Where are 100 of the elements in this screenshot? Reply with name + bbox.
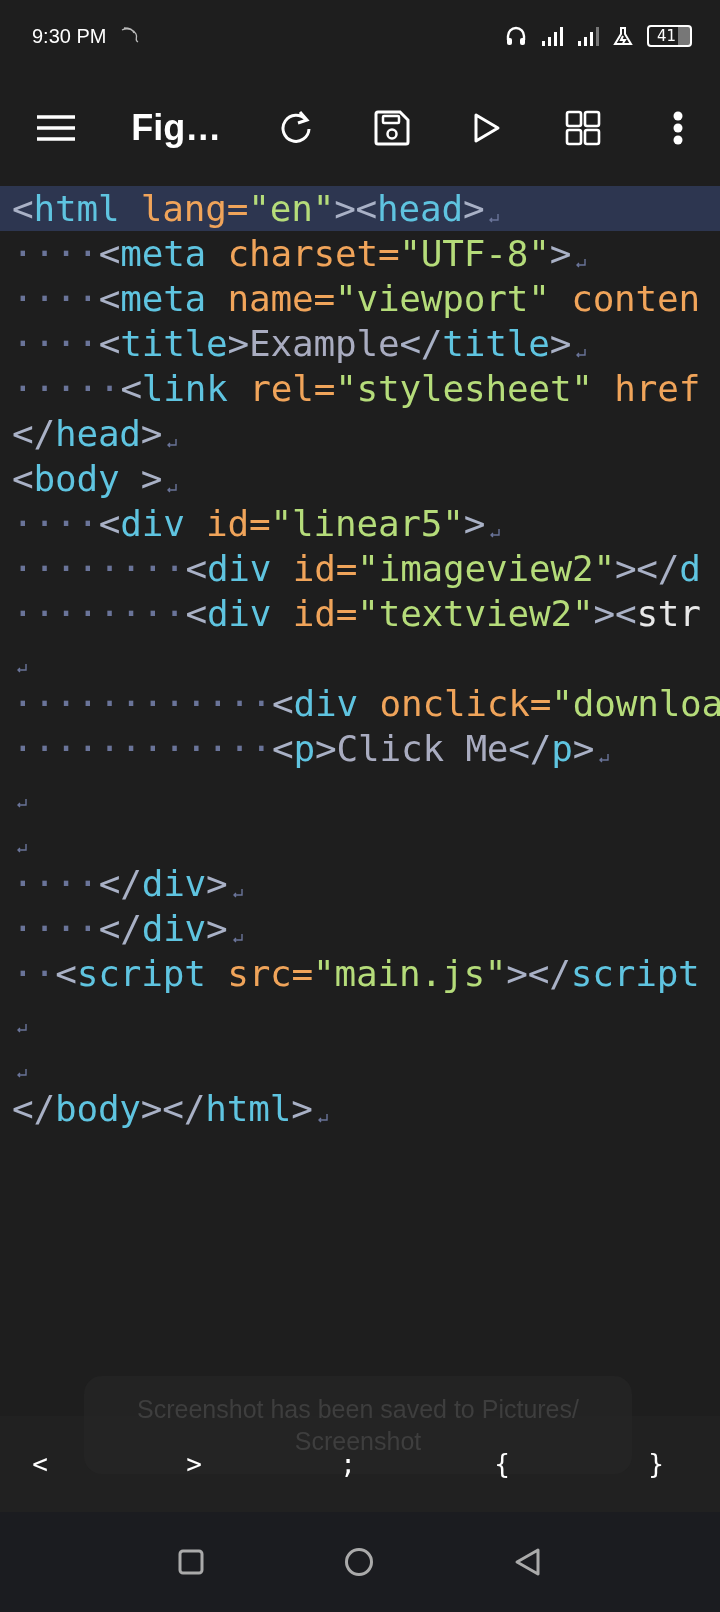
code-token: > [315,728,337,769]
symbol-key[interactable]: > [174,1448,214,1480]
code-token: < [98,278,121,319]
code-token: < [185,548,207,589]
code-token: script [76,953,206,994]
code-token: "UTF-8" [399,233,550,274]
code-token: > [206,908,228,949]
code-token: id= [205,503,271,544]
headphones-icon [504,25,527,47]
code-token: > [227,323,250,364]
signal-icon [576,26,599,46]
code-token: > [206,863,228,904]
code-token: script [570,953,700,994]
code-token: meta [120,278,207,319]
code-token: < [185,593,207,634]
code-token: div [206,548,272,589]
code-token: >< [593,593,637,634]
indent-dots: ···· [12,503,99,544]
code-token: < [12,458,34,499]
code-token: > [572,728,595,769]
code-token: lang= [139,188,249,229]
code-token: html [205,1088,292,1129]
code-token: < [272,728,294,769]
code-token: "downloa [551,683,720,724]
code-token: > [549,233,572,274]
indent-dots: ···· [12,908,99,949]
code-token: >< [334,188,378,229]
code-token: head [54,413,141,454]
indent-dots: ····· [12,368,121,409]
code-token: p [293,728,316,769]
code-token: < [120,368,142,409]
code-token: name= [226,278,335,319]
code-token: > [140,413,163,454]
symbol-key[interactable]: { [482,1448,522,1480]
symbol-key[interactable]: } [636,1448,676,1480]
code-token: </ [399,323,443,364]
code-token: </ [12,413,55,454]
code-token: charset= [226,233,400,274]
file-title: Fig… [131,107,222,149]
code-token: "en" [248,188,335,229]
flask-icon [612,26,633,46]
back-icon[interactable] [514,1547,542,1577]
symbol-key[interactable]: ; [328,1448,368,1480]
code-token: body [54,1088,141,1129]
code-token: d [679,548,701,589]
code-token: p [551,728,573,769]
symbol-key[interactable]: < [20,1448,60,1480]
code-token: div [141,863,207,904]
code-token: meta [120,233,207,274]
code-token: link [141,368,228,409]
code-token: < [272,683,294,724]
code-token: div [141,908,207,949]
code-token: body [33,458,120,499]
code-token: "viewport" [334,278,550,319]
code-token: < [98,323,121,364]
code-token: div [206,593,272,634]
code-token: title [120,323,228,364]
code-token: "textview2" [357,593,594,634]
code-token: < [98,233,121,274]
indent-dots: ···· [12,863,99,904]
code-token: < [12,188,34,229]
code-token: html [33,188,120,229]
code-token: </ [508,728,552,769]
code-token: conten [570,278,700,319]
square-icon[interactable] [178,1549,204,1575]
code-token: "main.js" [313,953,507,994]
code-token: rel= [248,368,336,409]
code-token: ></ [614,548,680,589]
code-token: id= [291,593,358,634]
code-token: </ [12,1088,55,1129]
signal-icon [540,26,563,46]
indent-dots: ········ [12,593,186,634]
code-token: div [120,503,185,544]
code-token: Example [249,323,400,364]
indent-dots: ············ [12,683,273,724]
code-token: title [442,323,550,364]
code-token: div [293,683,358,724]
indent-dots: ···· [12,278,99,319]
circle-icon[interactable] [344,1547,374,1577]
indent-dots: ·· [12,953,56,994]
code-token: < [98,503,121,544]
code-token: < [55,953,77,994]
code-token: > [463,503,486,544]
code-token: > [291,1088,313,1129]
code-token: str [636,593,701,634]
indent-dots: ········ [12,548,186,589]
code-token: ></ [140,1088,206,1129]
code-token: </ [98,908,142,949]
code-token: > [139,458,163,499]
code-token: "linear5" [270,503,464,544]
code-token: onclick= [378,683,552,724]
code-token: src= [226,953,314,994]
code-token: head [377,188,463,229]
code-token: Click Me [336,728,509,769]
code-token: id= [291,548,358,589]
code-token: href [613,368,701,409]
battery-level: 41 [646,25,692,47]
code-token: "imageview2" [357,548,615,589]
status-time: 9:30 PM [32,24,107,48]
code-token: ></ [506,953,571,994]
